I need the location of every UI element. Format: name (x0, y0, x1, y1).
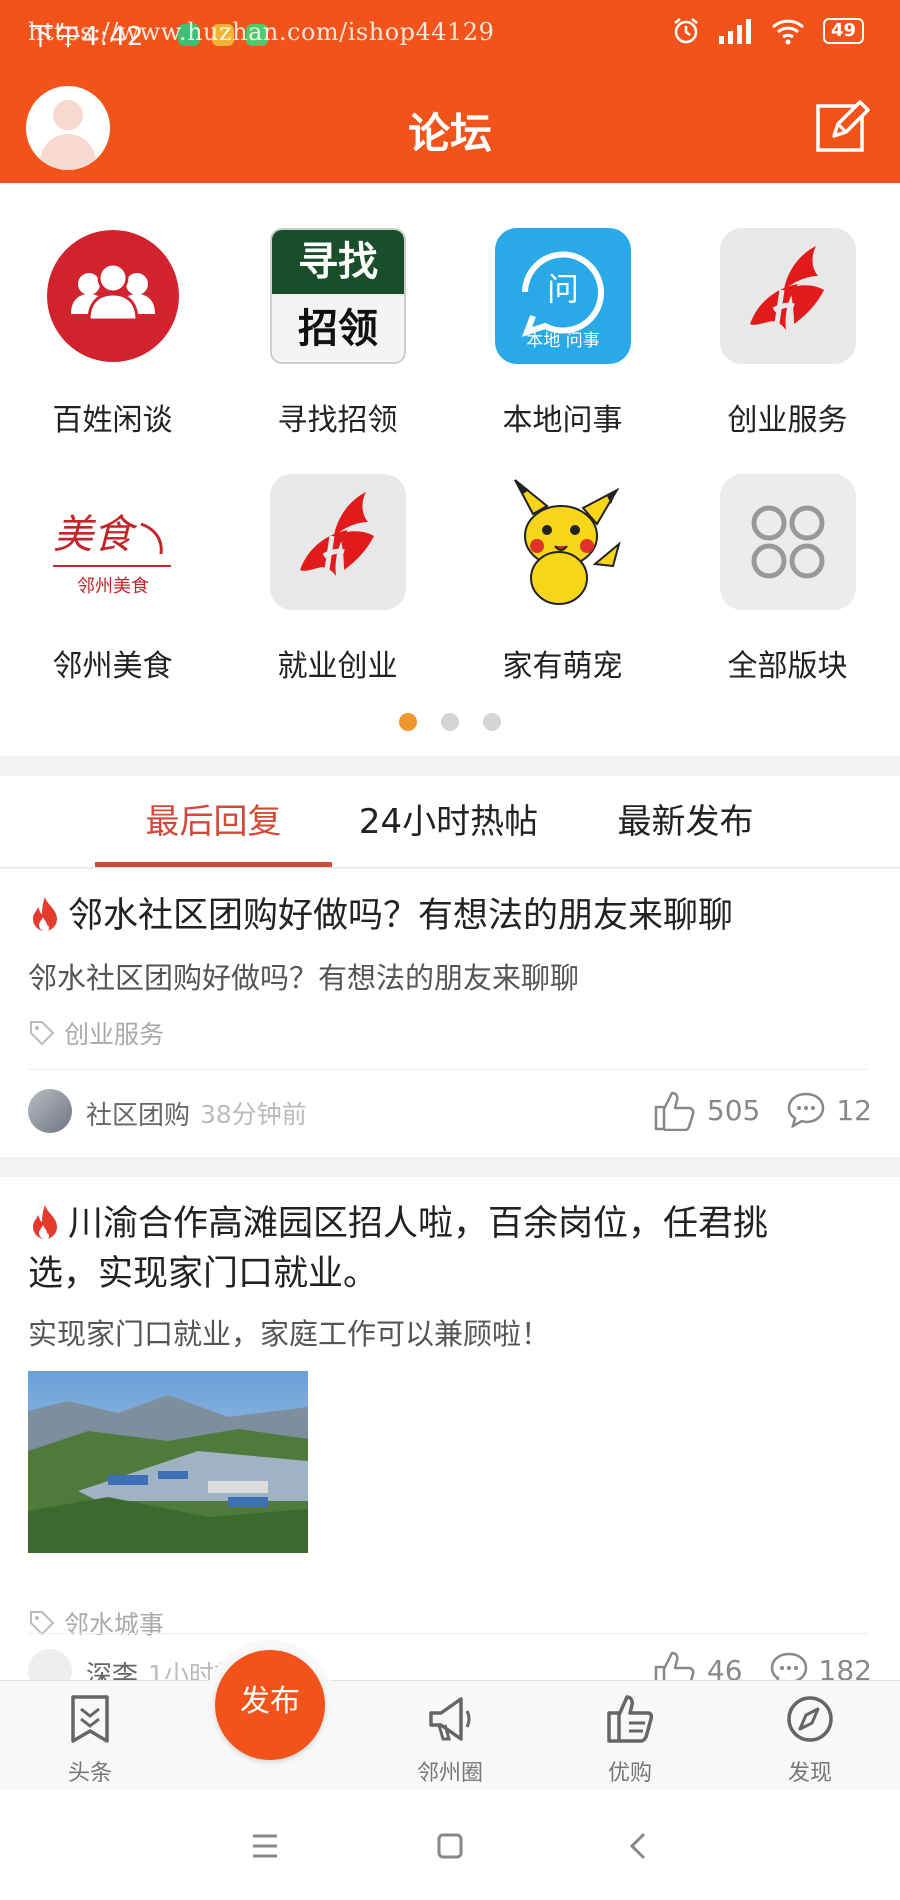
nav-item-label: 邻州圈 (416, 1761, 483, 1786)
forum-item-food[interactable]: 美食 邻州美食 邻州美食 (0, 429, 225, 684)
nav-item-label: 发现 (787, 1761, 832, 1786)
forum-item-ask[interactable]: 问 本地 问事 本地问事 (450, 183, 675, 438)
food-logo-icon: 美食 邻州美食 (45, 474, 181, 610)
divider (28, 1633, 868, 1634)
comment-icon[interactable] (786, 1091, 826, 1129)
nav-item-discover[interactable]: 发现 (750, 1681, 870, 1791)
forum-item-baixing[interactable]: 百姓闲谈 (0, 183, 225, 438)
nav-item-shop[interactable]: 优购 (570, 1681, 690, 1791)
post-summary: 实现家门口就业，家庭工作可以兼顾啦！ (28, 1317, 551, 1351)
avatar[interactable] (28, 1089, 72, 1133)
forum-item-label: 家有萌宠 (502, 649, 623, 684)
back-icon[interactable] (620, 1826, 660, 1866)
page-dot[interactable] (483, 713, 501, 731)
forum-item-employment[interactable]: 就业创业 (225, 429, 450, 684)
nav-item-headlines[interactable]: 头条 (30, 1681, 150, 1791)
like-icon[interactable] (653, 1089, 697, 1131)
forum-item-career[interactable]: 创业服务 (675, 183, 900, 438)
all-sections-icon (720, 474, 856, 610)
post-tag[interactable]: 邻水城事 (28, 1605, 164, 1641)
post-tag[interactable]: 创业服务 (28, 1015, 164, 1051)
thumbs-up-shop-icon (607, 1695, 654, 1743)
watermark-text: https://www.huzhan.com/ishop44129 (28, 18, 495, 46)
compass-icon (787, 1696, 833, 1742)
wifi-icon (771, 19, 804, 45)
status-icons: 49 (671, 16, 864, 46)
post-card[interactable]: 川渝合作高滩园区招人啦，百余岗位，任君挑 选，实现家门口就业。 实现家门口就业，家… (0, 1177, 900, 1697)
post-tag-label: 创业服务 (64, 1020, 165, 1049)
forum-item-lost-found[interactable]: 寻找 招领 寻找招领 (225, 183, 450, 438)
page-dot[interactable] (399, 713, 417, 731)
post-meta: 社区团购 38分钟前 505 12 (28, 1087, 872, 1135)
page-indicator (0, 713, 900, 731)
forum-item-label: 邻州美食 (52, 649, 173, 684)
post-stats: 505 12 (653, 1089, 872, 1131)
battery-icon: 49 (822, 18, 864, 44)
app-header: 下午4:42 https://www.huzhan.com/ishop44129… (0, 0, 900, 183)
edit-icon[interactable] (814, 98, 870, 154)
signal-icon (718, 19, 751, 44)
alarm-icon (674, 18, 698, 44)
fire-icon (33, 897, 57, 932)
lost-found-icon: 寻找 招领 (270, 228, 406, 364)
post-title[interactable]: 川渝合作高滩园区招人啦，百余岗位，任君挑 选，实现家门口就业。 (28, 1199, 878, 1299)
page-dot[interactable] (441, 713, 459, 731)
post-title[interactable]: 邻水社区团购好做吗？有想法的朋友来聊聊 (28, 891, 878, 941)
forum-item-label: 就业创业 (277, 649, 398, 684)
forum-item-label: 全部版块 (727, 649, 848, 684)
post-author[interactable]: 社区团购 (86, 1095, 190, 1132)
system-nav-bar (0, 1790, 900, 1900)
forum-item-all-sections[interactable]: 全部版块 (675, 429, 900, 684)
fire-icon (33, 1205, 57, 1240)
publish-button[interactable]: 发布 (215, 1650, 325, 1760)
tag-icon (30, 1021, 55, 1046)
ask-icon: 问 本地 问事 (495, 228, 631, 364)
status-bar: 下午4:42 https://www.huzhan.com/ishop44129… (0, 0, 900, 70)
nav-item-label: 优购 (607, 1761, 652, 1786)
menu-icon[interactable] (245, 1826, 285, 1866)
post-summary: 邻水社区团购好做吗？有想法的朋友来聊聊 (28, 961, 580, 995)
tab-newest[interactable]: 最新发布 (567, 776, 804, 868)
pet-icon (495, 474, 631, 610)
post-card[interactable]: 邻水社区团购好做吗？有想法的朋友来聊聊 邻水社区团购好做吗？有想法的朋友来聊聊 … (0, 869, 900, 1157)
divider (28, 1069, 868, 1070)
headlines-icon (71, 1695, 109, 1743)
forum-item-pets[interactable]: 家有萌宠 (450, 429, 675, 684)
people-icon (45, 228, 181, 364)
forum-sections-grid: 百姓闲谈 寻找 招领 寻找招领 问 本地 问事 本地问事 创业服务 美食 邻州美… (0, 183, 900, 756)
career-logo-icon (720, 228, 856, 364)
home-icon[interactable] (430, 1826, 470, 1866)
megaphone-icon (429, 1697, 471, 1741)
comment-count: 12 (836, 1093, 872, 1127)
career-logo-icon (270, 474, 406, 610)
post-time: 38分钟前 (200, 1100, 307, 1129)
post-thumbnail[interactable] (28, 1371, 308, 1553)
nav-item-label: 头条 (67, 1761, 112, 1786)
active-tab-indicator (95, 862, 332, 867)
like-count: 505 (706, 1093, 761, 1127)
tab-24h-hot[interactable]: 24小时热帖 (330, 776, 567, 868)
bottom-nav: 头条 邻州圈 优购 发现 (0, 1680, 900, 1790)
tab-latest-reply[interactable]: 最后回复 (95, 776, 332, 868)
nav-item-circle[interactable]: 邻州圈 (390, 1681, 510, 1791)
post-tag-label: 邻水城事 (64, 1610, 165, 1639)
post-tabs: 最后回复 24小时热帖 最新发布 (0, 776, 900, 868)
page-title: 论坛 (407, 109, 492, 158)
